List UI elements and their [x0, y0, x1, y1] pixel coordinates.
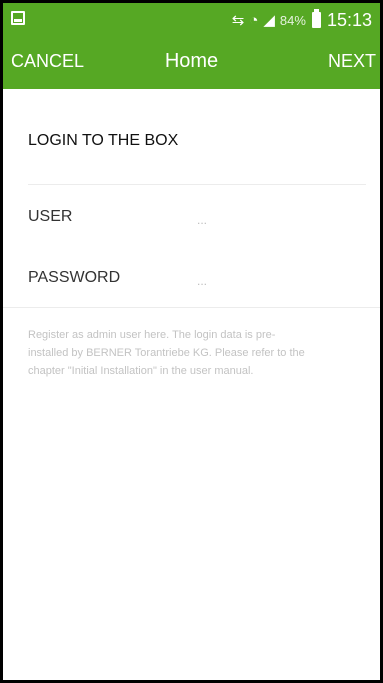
wifi-icon: ◔ [249, 11, 258, 29]
password-label: PASSWORD [28, 269, 121, 286]
next-button[interactable]: NEXT [328, 51, 376, 72]
status-icons: ⇆ ◔ ◢ 84% 15:13 [232, 5, 372, 35]
battery-icon [311, 9, 321, 28]
status-bar: ⇆ ◔ ◢ 84% 15:13 [3, 3, 380, 39]
signal-icon: ◢ [263, 12, 275, 29]
divider [28, 184, 366, 185]
battery-percent: 84% [279, 12, 306, 28]
user-label: USER [28, 208, 73, 225]
phone-screen: ⇆ ◔ ◢ 84% 15:13 CANCEL Home NEXT LOGIN T… [0, 0, 383, 683]
user-input[interactable]: ... [197, 213, 207, 227]
vibrate-mute-icon: ⇆ [231, 12, 245, 29]
divider [3, 307, 380, 308]
app-toolbar: CANCEL Home NEXT [3, 39, 380, 89]
gallery-icon [11, 11, 25, 25]
hint-text: Register as admin user here. The login d… [28, 329, 305, 377]
clock: 15:13 [326, 9, 372, 30]
page-title: Home [164, 50, 219, 72]
section-title: LOGIN TO THE BOX [28, 132, 179, 149]
password-input[interactable]: ... [197, 274, 207, 288]
